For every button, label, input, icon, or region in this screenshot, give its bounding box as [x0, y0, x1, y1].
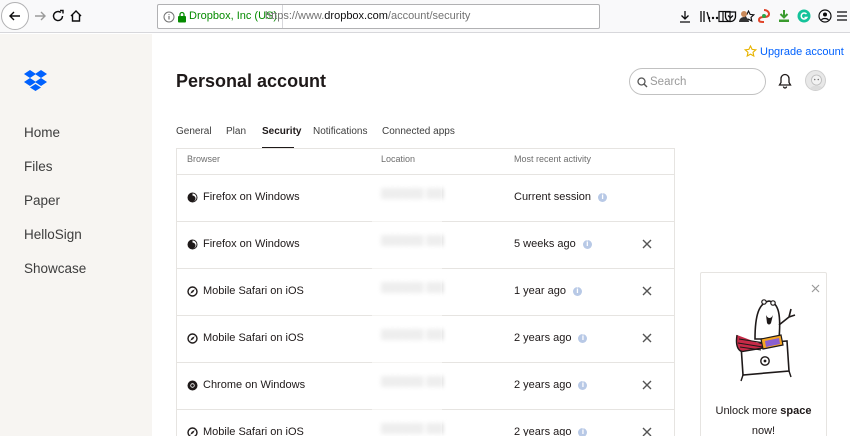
sidebar-toggle-icon[interactable]: [716, 8, 732, 24]
upgrade-promo-card: Unlock more space now!: [700, 272, 827, 436]
search-box[interactable]: [629, 68, 766, 95]
account-icon[interactable]: [817, 8, 833, 24]
chrome-icon: [187, 380, 198, 391]
activity-text: 2 years ago: [514, 426, 572, 436]
column-header-location: Location: [381, 154, 416, 164]
tab-security[interactable]: Security: [262, 126, 301, 137]
close-icon[interactable]: [811, 280, 820, 298]
info-icon[interactable]: i: [572, 286, 582, 296]
arrow-right-icon: [35, 11, 46, 21]
revoke-session-button[interactable]: [640, 330, 654, 346]
info-icon[interactable]: i: [578, 380, 588, 390]
activity: 2 years ago i: [514, 379, 588, 391]
reload-icon: [52, 9, 64, 22]
promo-text: Unlock more space now!: [701, 401, 826, 436]
revoke-session-button[interactable]: [640, 283, 654, 299]
url-path: /account/security: [387, 10, 471, 22]
extension-download-icon[interactable]: [776, 8, 792, 24]
privacy-blur-overlay: [372, 176, 442, 436]
info-icon[interactable]: i: [582, 239, 592, 249]
back-button[interactable]: [1, 2, 29, 30]
close-icon: [642, 427, 652, 436]
sidebar-item-home[interactable]: Home: [24, 125, 60, 140]
search-icon: [637, 75, 648, 93]
sidebar: Home Files Paper HelloSign Showcase: [0, 34, 152, 436]
sidebar-item-files[interactable]: Files: [24, 159, 53, 174]
sidebar-item-paper[interactable]: Paper: [24, 193, 60, 208]
info-icon[interactable]: i: [598, 192, 608, 202]
activity: Current session i: [514, 191, 608, 203]
safari-icon: [187, 427, 198, 436]
page-title: Personal account: [176, 71, 327, 91]
lock-icon: [177, 10, 187, 28]
column-header-activity: Most recent activity: [514, 154, 592, 164]
browser-name: Firefox on Windows: [203, 238, 300, 250]
tab-plan[interactable]: Plan: [226, 126, 246, 137]
address-bar[interactable]: Dropbox, Inc (US) https://www.dropbox.co…: [157, 4, 756, 29]
promo-line1-bold: space: [780, 405, 812, 417]
tab-general[interactable]: General: [176, 126, 212, 137]
info-icon[interactable]: i: [578, 333, 588, 343]
close-icon: [642, 333, 652, 343]
url-text[interactable]: https://www.dropbox.com/account/security: [265, 5, 470, 28]
activity: 1 year ago i: [514, 285, 582, 297]
firefox-icon: [187, 239, 198, 250]
upgrade-account-link[interactable]: Upgrade account: [744, 45, 844, 58]
promo-line2: now!: [751, 425, 776, 436]
downloads-icon[interactable]: [677, 8, 693, 24]
search-input[interactable]: [650, 73, 760, 90]
activity: 5 weeks ago i: [514, 238, 592, 250]
revoke-session-button[interactable]: [640, 377, 654, 393]
home-icon: [70, 10, 82, 22]
activity: 2 years ago i: [514, 426, 588, 436]
extension-swirl-icon[interactable]: [756, 8, 772, 24]
activity-text: 5 weeks ago: [514, 238, 576, 250]
url-host: dropbox.com: [324, 10, 388, 22]
promo-line1-prefix: Unlock more: [715, 405, 781, 417]
column-header-browser: Browser: [187, 154, 221, 164]
browser-name: Firefox on Windows: [203, 191, 300, 203]
revoke-session-button[interactable]: [640, 424, 654, 436]
dropbox-logo-icon[interactable]: [24, 70, 47, 97]
avatar[interactable]: [805, 70, 826, 91]
browser-name: Mobile Safari on iOS: [203, 426, 304, 436]
extension-avatar-icon[interactable]: [736, 8, 752, 24]
sidebar-item-showcase[interactable]: Showcase: [24, 261, 86, 276]
sidebar-item-hellosign[interactable]: HelloSign: [24, 227, 82, 242]
activity-text: 2 years ago: [514, 379, 572, 391]
arrow-left-icon: [9, 11, 20, 21]
browser-name: Mobile Safari on iOS: [203, 285, 304, 297]
grammarly-icon[interactable]: [796, 8, 812, 24]
close-icon: [642, 380, 652, 390]
close-icon: [642, 286, 652, 296]
tab-connected-apps[interactable]: Connected apps: [382, 126, 455, 137]
browser-name: Mobile Safari on iOS: [203, 332, 304, 344]
activity-text: 2 years ago: [514, 332, 572, 344]
home-button[interactable]: [64, 4, 88, 28]
browser-toolbar: Dropbox, Inc (US) https://www.dropbox.co…: [0, 0, 850, 33]
table-header: Browser Location Most recent activity: [177, 149, 674, 175]
safari-icon: [187, 333, 198, 344]
library-icon[interactable]: [697, 8, 713, 24]
activity: 2 years ago i: [514, 332, 588, 344]
activity-text: Current session: [514, 191, 592, 203]
safari-icon: [187, 286, 198, 297]
info-icon[interactable]: i: [578, 427, 588, 436]
info-icon[interactable]: [163, 10, 175, 28]
close-icon: [642, 239, 652, 249]
treasure-chest-illustration-icon: [725, 295, 803, 390]
firefox-icon: [187, 192, 198, 203]
url-prefix: https://www.: [265, 10, 325, 22]
bell-icon[interactable]: [778, 73, 792, 94]
star-icon: [744, 45, 757, 58]
tab-notifications[interactable]: Notifications: [313, 126, 367, 137]
upgrade-label: Upgrade account: [760, 45, 844, 58]
revoke-session-button[interactable]: [640, 236, 654, 252]
activity-text: 1 year ago: [514, 285, 566, 297]
browser-name: Chrome on Windows: [203, 379, 306, 391]
menu-icon[interactable]: [834, 8, 850, 24]
